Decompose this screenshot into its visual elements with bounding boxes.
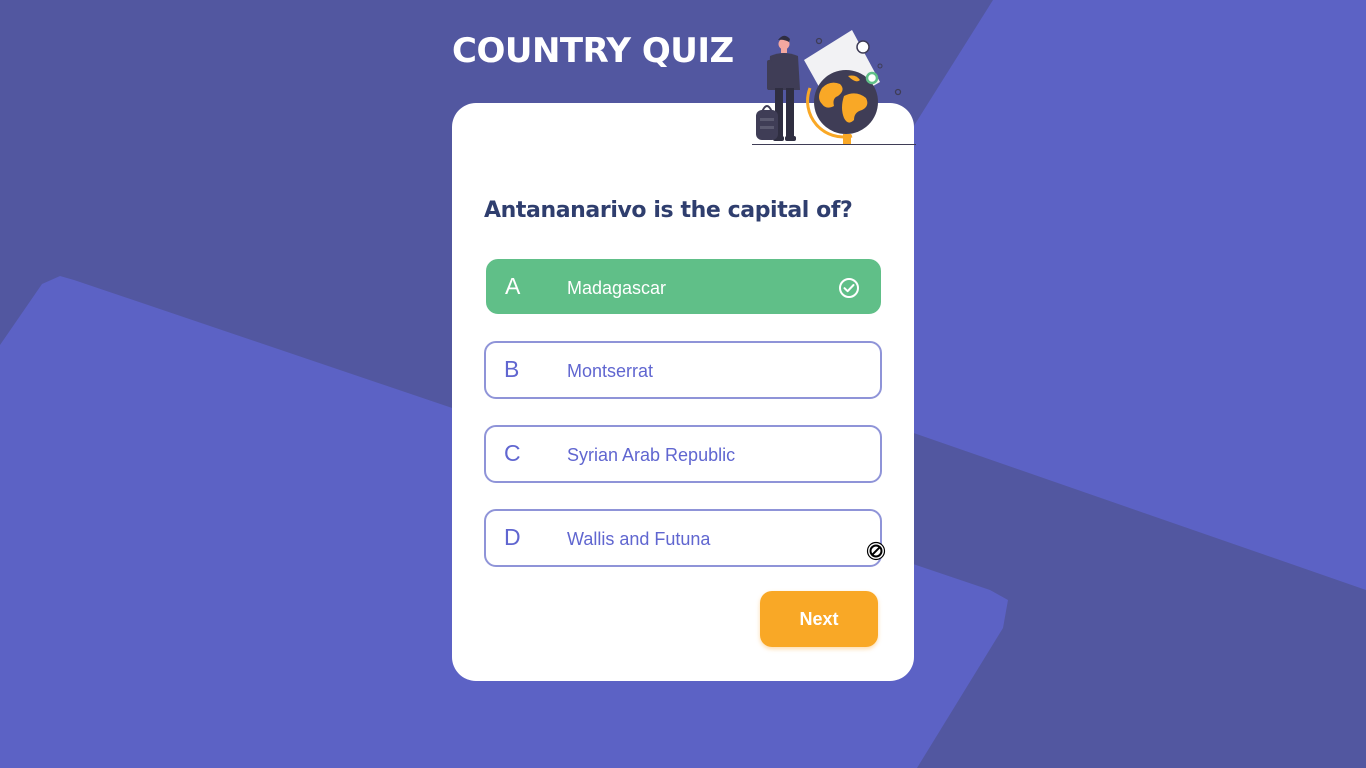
option-letter: C [504,440,521,466]
option-d[interactable]: D Wallis and Futuna [484,509,882,567]
traveler-globe-illustration [752,30,916,145]
option-text: Wallis and Futuna [567,529,711,549]
question-text: Antananarivo is the capital of? [484,198,853,223]
option-c[interactable]: C Syrian Arab Republic [484,425,882,483]
page-title: COUNTRY QUIZ [452,31,734,71]
quiz-card: Antananarivo is the capital of? A Madaga… [452,103,914,681]
option-text: Madagascar [567,278,667,298]
option-letter: B [504,356,520,382]
option-text: Syrian Arab Republic [567,445,736,465]
next-button[interactable]: Next [760,591,878,647]
not-allowed-cursor-icon [866,541,886,561]
option-text: Montserrat [567,361,654,381]
check-circle-icon [839,278,859,298]
option-b[interactable]: B Montserrat [484,341,882,399]
option-a[interactable]: A Madagascar [486,259,881,314]
option-letter: D [504,524,521,550]
option-letter: A [505,273,521,299]
